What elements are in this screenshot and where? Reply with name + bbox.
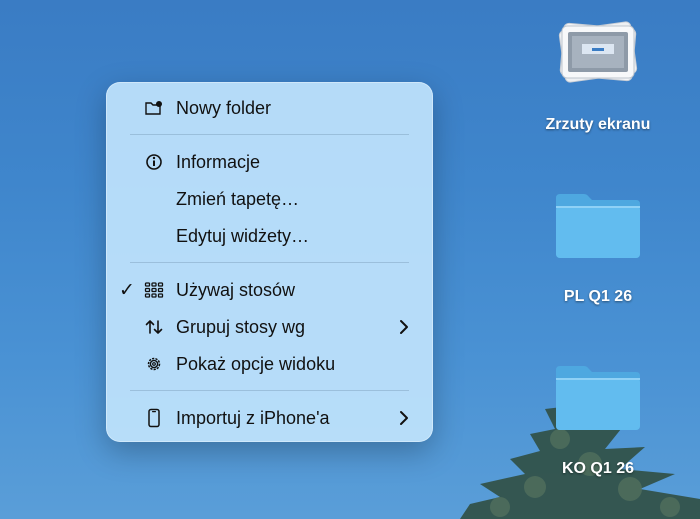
gear-icon: [144, 354, 164, 374]
checkmark-icon: ✓: [119, 279, 135, 301]
menu-item-label: Edytuj widżety…: [176, 225, 310, 246]
menu-item-label: Pokaż opcje widoku: [176, 353, 336, 374]
menu-item-new-folder[interactable]: Nowy folder: [106, 91, 433, 125]
menu-item-use-stacks[interactable]: ✓ Używaj stosów: [106, 273, 433, 307]
chevron-right-icon: [400, 411, 408, 425]
folder-badge-icon: [144, 98, 164, 118]
menu-item-show-view-options[interactable]: Pokaż opcje widoku: [106, 347, 433, 381]
menu-separator: [130, 262, 409, 263]
menu-separator: [130, 134, 409, 135]
desktop-icon-label: KO Q1 26: [561, 460, 635, 477]
menu-separator: [130, 390, 409, 391]
desktop-icon-label: PL Q1 26: [563, 288, 633, 305]
menu-item-label: Importuj z iPhone'a: [176, 407, 330, 428]
menu-item-label: Grupuj stosy wg: [176, 316, 306, 337]
menu-item-import-from-iphone[interactable]: Importuj z iPhone'a: [106, 401, 433, 435]
menu-item-change-wallpaper[interactable]: Zmień tapetę…: [106, 182, 433, 216]
desktop-icon-label: Zrzuty ekranu: [545, 116, 651, 133]
menu-item-label: Nowy folder: [176, 97, 272, 118]
chevron-right-icon: [400, 320, 408, 334]
stacks-icon: [144, 280, 164, 300]
folder-icon: [556, 366, 640, 430]
folder-icon: [556, 194, 640, 258]
sort-arrows-icon: [144, 317, 164, 337]
menu-item-info[interactable]: Informacje: [106, 145, 433, 179]
iphone-icon: [144, 408, 164, 428]
menu-item-label: Informacje: [176, 151, 261, 172]
menu-item-label: Zmień tapetę…: [176, 188, 300, 209]
desktop-context-menu: Nowy folder Informacje Zmień tapetę… Edy…: [106, 82, 433, 442]
screenshots-stack-icon: [558, 21, 638, 83]
info-icon: [144, 152, 164, 172]
menu-item-group-stacks-by[interactable]: Grupuj stosy wg: [106, 310, 433, 344]
menu-item-edit-widgets[interactable]: Edytuj widżety…: [106, 219, 433, 253]
menu-item-label: Używaj stosów: [176, 279, 296, 300]
